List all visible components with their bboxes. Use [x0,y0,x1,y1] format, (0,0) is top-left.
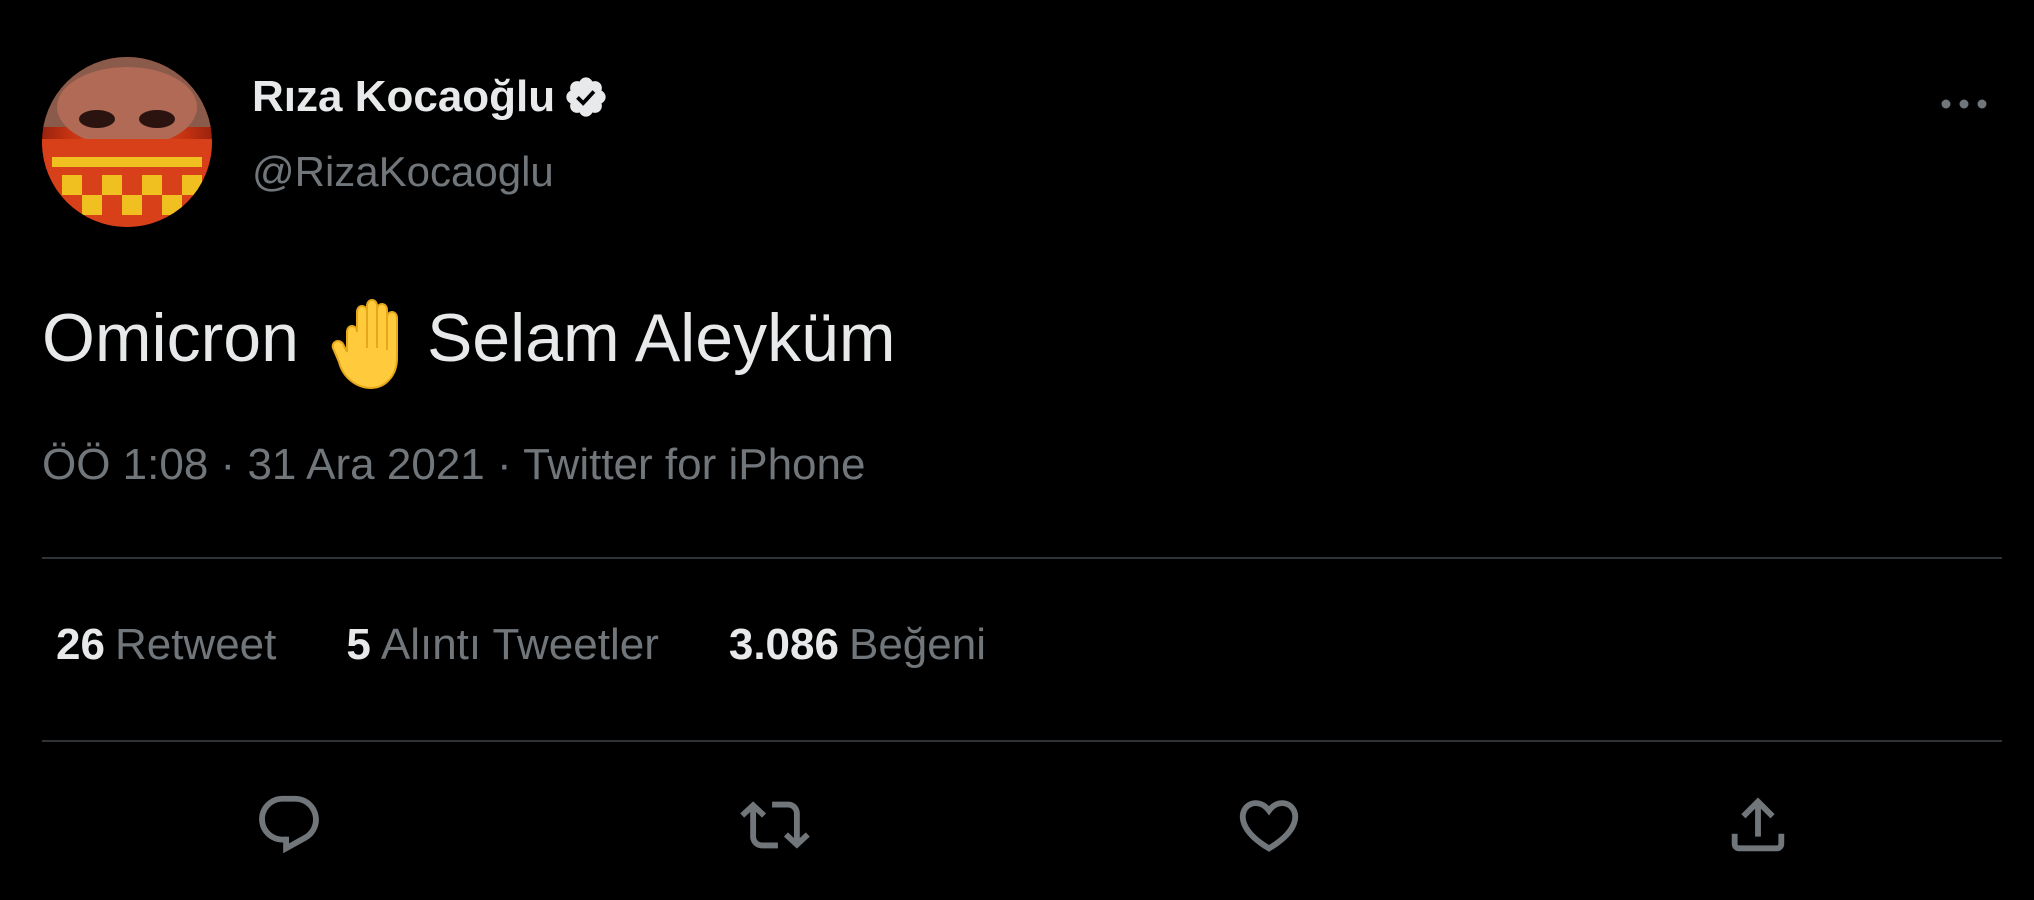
share-icon [1731,797,1785,852]
likes-count: 3.086 [728,620,839,669]
author-name-text: Rıza Kocaoğlu [252,72,556,121]
share-button[interactable] [1723,790,1793,860]
author-handle[interactable]: @RizaKocaoglu [252,148,554,196]
tweet-time[interactable]: ÖÖ 1:08 [42,440,208,489]
tweet-source[interactable]: Twitter for iPhone [523,440,865,489]
retweets-stat[interactable]: 26 Retweet [56,620,276,670]
likes-stat[interactable]: 3.086 Beğeni [729,620,986,670]
more-options-icon[interactable] [1934,84,1994,124]
retweets-count: 26 [56,620,105,669]
quotes-count: 5 [346,620,371,669]
like-button[interactable] [1234,790,1304,860]
avatar-photo-icon [42,57,212,227]
tweet-text: Omicron Selam Aleyküm [42,290,896,390]
raised-hand-icon [331,296,415,392]
tweet-text-before: Omicron [42,300,299,376]
divider [42,740,2002,742]
retweet-button[interactable] [740,790,810,860]
reply-icon [259,795,319,854]
tweet-date[interactable]: 31 Ara 2021 [247,440,484,489]
likes-label: Beğeni [848,620,986,669]
avatar[interactable] [42,57,212,227]
tweet-text-after: Selam Aleyküm [426,300,896,376]
retweets-label: Retweet [114,620,277,669]
divider [42,557,2002,559]
retweet-icon [740,801,810,849]
verified-badge-icon [563,74,609,120]
author-name[interactable]: Rıza Kocaoğlu [252,72,609,122]
quotes-label: Alıntı Tweetler [380,620,659,669]
quotes-stat[interactable]: 5 Alıntı Tweetler [346,620,658,670]
meta-separator: · [497,440,512,489]
reply-button[interactable] [254,790,324,860]
tweet-stats: 26 Retweet 5 Alıntı Tweetler 3.086 Beğeni [56,620,986,670]
meta-separator: · [220,440,236,489]
tweet-meta: ÖÖ 1:08 · 31 Ara 2021 · Twitter for iPho… [42,440,865,490]
like-icon [1239,800,1299,852]
